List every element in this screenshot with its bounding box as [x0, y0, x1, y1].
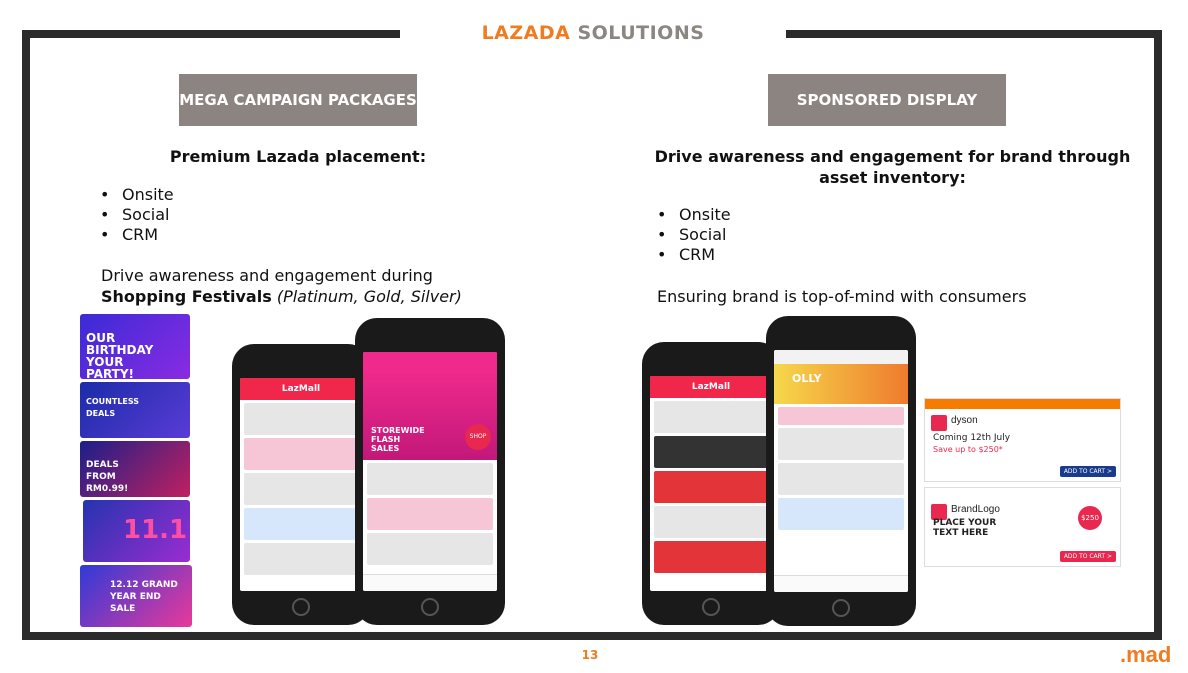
frame-bottom — [22, 632, 1162, 640]
lazmall-appbar: LazMall — [240, 378, 362, 400]
home-button — [702, 598, 720, 616]
left-lead: Premium Lazada placement: — [169, 147, 427, 166]
left-desc-bold: Shopping Festivals — [101, 287, 272, 306]
mad-logo: .mad — [1120, 642, 1172, 667]
mega-campaign-heading: MEGA CAMPAIGN PACKAGES — [179, 74, 417, 126]
ad-line1: Coming 12th July — [933, 433, 1011, 443]
dyson-ad-card: dyson Coming 12th July Save up to $250* … — [924, 398, 1121, 482]
right-bullet-list: • Onsite • Social • CRM — [657, 205, 731, 264]
phone-lazmall-right: LazMall — [642, 342, 780, 625]
campaign-banner-birthday: OUR BIRTHDAY YOUR PARTY! — [80, 314, 190, 379]
campaign-banner-1111: 11.11 — [83, 500, 190, 562]
frame-right — [1154, 30, 1162, 640]
home-button — [292, 598, 310, 616]
ad-brand: dyson — [951, 415, 978, 426]
right-bullet-crm: CRM — [679, 245, 716, 264]
campaign-banner-rm099: DEALS FROM RM0.99! — [80, 441, 190, 497]
campaign-banner-deals: COUNTLESS DEALS — [80, 382, 190, 438]
add-to-cart-button[interactable]: ADD TO CART > — [1059, 466, 1116, 477]
left-bullet-crm: CRM — [122, 225, 159, 244]
brandlogo-ad-card: BrandLogo PLACE YOUR TEXT HERE $250 ADD … — [924, 487, 1121, 567]
frame-top-left — [22, 30, 400, 38]
page-number: 13 — [581, 648, 599, 662]
add-to-cart-button[interactable]: ADD TO CART > — [1059, 551, 1116, 562]
sponsored-display-heading: SPONSORED DISPLAY — [768, 74, 1006, 126]
left-bullet-social: Social — [122, 205, 170, 224]
title-brand: LAZADA — [481, 22, 571, 44]
right-lead: Drive awareness and engagement for brand… — [654, 147, 1131, 187]
ad-line1: PLACE YOUR TEXT HERE — [933, 518, 997, 538]
right-bullet-onsite: Onsite — [679, 205, 731, 224]
home-button — [421, 598, 439, 616]
left-bullet-onsite: Onsite — [122, 185, 174, 204]
shop-now-badge: SHOP — [465, 424, 491, 450]
ad-brand: BrandLogo — [951, 504, 1000, 515]
left-desc-italic: (Platinum, Gold, Silver) — [276, 287, 462, 306]
lazmall-logo-icon — [931, 415, 947, 431]
right-bullet-social: Social — [679, 225, 727, 244]
price-badge: $250 — [1078, 506, 1102, 530]
phone-lazmall-left: LazMall — [232, 344, 370, 625]
campaign-banner-1212: 12.12 GRAND YEAR END SALE — [80, 565, 192, 627]
page-title: LAZADA SOLUTIONS — [400, 22, 786, 44]
title-rest: SOLUTIONS — [570, 22, 705, 44]
home-button — [832, 599, 850, 617]
flash-sale-hero: STOREWIDE FLASH SALES SHOP — [363, 370, 497, 460]
phone-sponsored: OLLY — [766, 316, 916, 626]
left-bullet-list: • Onsite • Social • CRM — [100, 185, 174, 244]
right-description: Ensuring brand is top-of-mind with consu… — [657, 287, 1027, 306]
left-description: Drive awareness and engagement during Sh… — [101, 265, 462, 307]
phone-flash-sale: STOREWIDE FLASH SALES SHOP — [355, 318, 505, 625]
frame-top-right — [786, 30, 1162, 38]
left-desc-line1: Drive awareness and engagement during — [101, 266, 433, 285]
frame-left — [22, 30, 30, 640]
lazmall-appbar: LazMall — [650, 376, 772, 398]
olly-banner: OLLY — [774, 364, 908, 404]
ad-line2: Save up to $250* — [933, 445, 1003, 454]
